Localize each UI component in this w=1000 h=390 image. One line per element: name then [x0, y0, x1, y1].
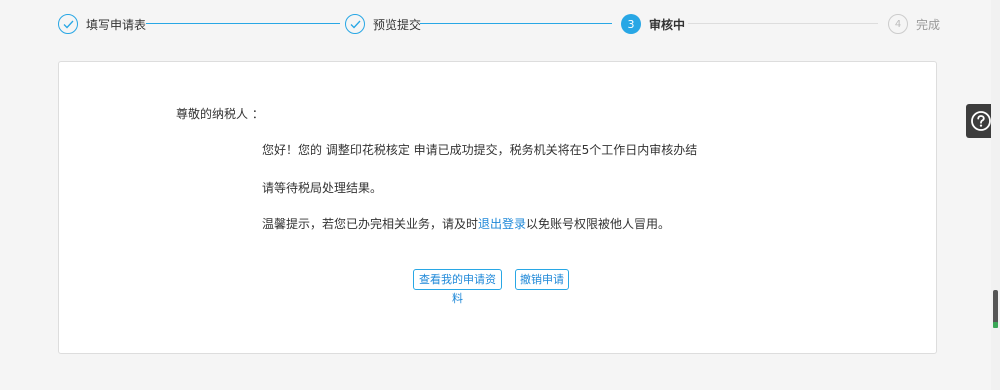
step-complete: 4 完成: [888, 12, 940, 36]
step-fill-form: 填写申请表: [58, 12, 146, 36]
step-label: 完成: [916, 17, 941, 32]
step-number: 4: [888, 14, 908, 34]
tip-text: 温馨提示，若您已办完相关业务，请及时退出登录以免账号权限被他人冒用。: [262, 215, 670, 232]
step-connector: [146, 23, 340, 24]
check-icon: [345, 14, 365, 34]
view-application-button[interactable]: 查看我的申请资料: [413, 269, 502, 305]
tip-prefix: 温馨提示，若您已办完相关业务，请及时: [262, 217, 479, 231]
cancel-application-button[interactable]: 撤销申请: [515, 269, 569, 290]
wait-result-text: 请等待税局处理结果。: [262, 181, 383, 195]
scrollbar-marker: [993, 322, 998, 328]
tip-suffix: 以免账号权限被他人冒用。: [526, 217, 671, 231]
step-number: 3: [621, 14, 641, 34]
step-label: 审核中: [649, 17, 686, 32]
check-icon: [58, 14, 78, 34]
step-under-review: 3 审核中: [621, 12, 685, 36]
step-label: 预览提交: [373, 17, 422, 32]
greeting-text: 尊敬的纳税人 ：: [176, 107, 264, 121]
result-card: 尊敬的纳税人 ： 您好！您的 调整印花税核定 申请已成功提交，税务机关将在5个工…: [58, 61, 937, 354]
progress-steps: 填写申请表 预览提交 3 审核中 4 完成: [58, 12, 948, 38]
step-label: 填写申请表: [86, 17, 147, 32]
step-connector: [420, 23, 612, 24]
submit-success-text: 您好！您的 调整印花税核定 申请已成功提交，税务机关将在5个工作日内审核办结: [262, 143, 698, 157]
question-circle-icon: [971, 111, 991, 131]
page: 填写申请表 预览提交 3 审核中 4 完成 尊敬的纳税人 ： 您好！您的 调整印…: [0, 0, 1000, 390]
logout-link[interactable]: 退出登录: [478, 217, 526, 231]
step-connector: [688, 23, 878, 24]
scrollbar-track[interactable]: [991, 0, 1000, 390]
step-preview-submit: 预览提交: [345, 12, 421, 36]
